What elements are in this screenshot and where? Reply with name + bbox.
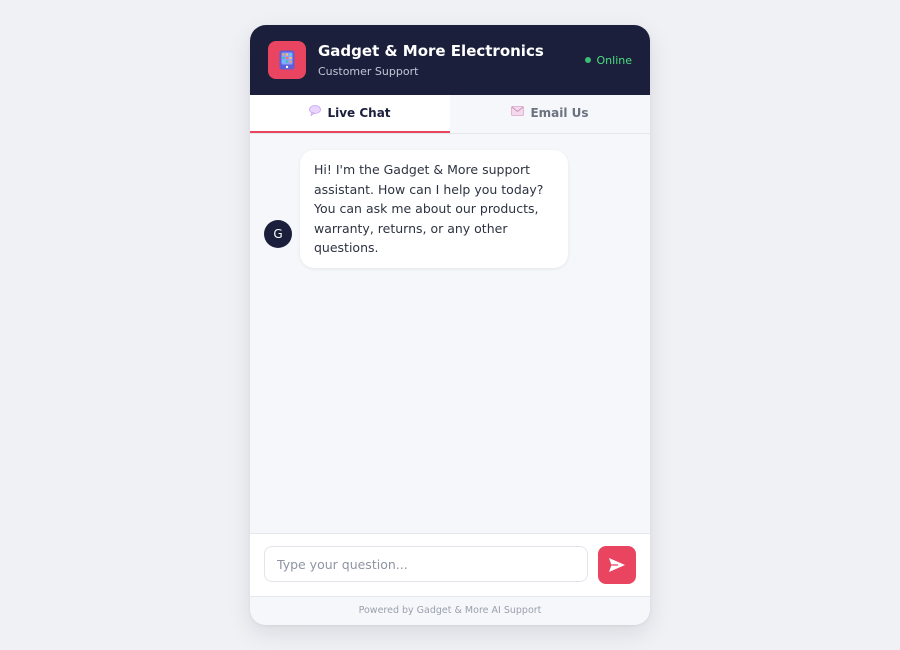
chat-widget: Gadget & More Electronics Customer Suppo… [250,25,650,625]
tab-email-us[interactable]: Email Us [450,95,650,133]
message-composer [250,533,650,596]
send-button[interactable] [598,546,636,584]
bot-avatar: G [264,220,292,248]
tab-bar: Live Chat Email Us [250,95,650,134]
brand-subtitle: Customer Support [318,65,419,78]
status-label: Online [596,54,632,67]
envelope-icon [511,94,525,131]
online-dot-icon [584,57,591,63]
tab-live-chat-label: Live Chat [327,106,391,120]
send-icon [609,558,625,572]
tab-live-chat[interactable]: Live Chat [250,95,450,133]
tab-email-us-label: Email Us [530,106,589,120]
status-indicator: Online [584,54,632,67]
brand-title: Gadget & More Electronics [318,42,544,60]
bot-message-bubble: Hi! I'm the Gadget & More support assist… [300,150,568,268]
speech-bubble-icon [309,94,322,131]
powered-by-footer: Powered by Gadget & More AI Support [250,596,650,625]
question-input[interactable] [264,546,588,582]
phone-icon [268,41,306,79]
message-list[interactable]: G Hi! I'm the Gadget & More support assi… [250,134,650,533]
chat-header: Gadget & More Electronics Customer Suppo… [250,25,650,95]
